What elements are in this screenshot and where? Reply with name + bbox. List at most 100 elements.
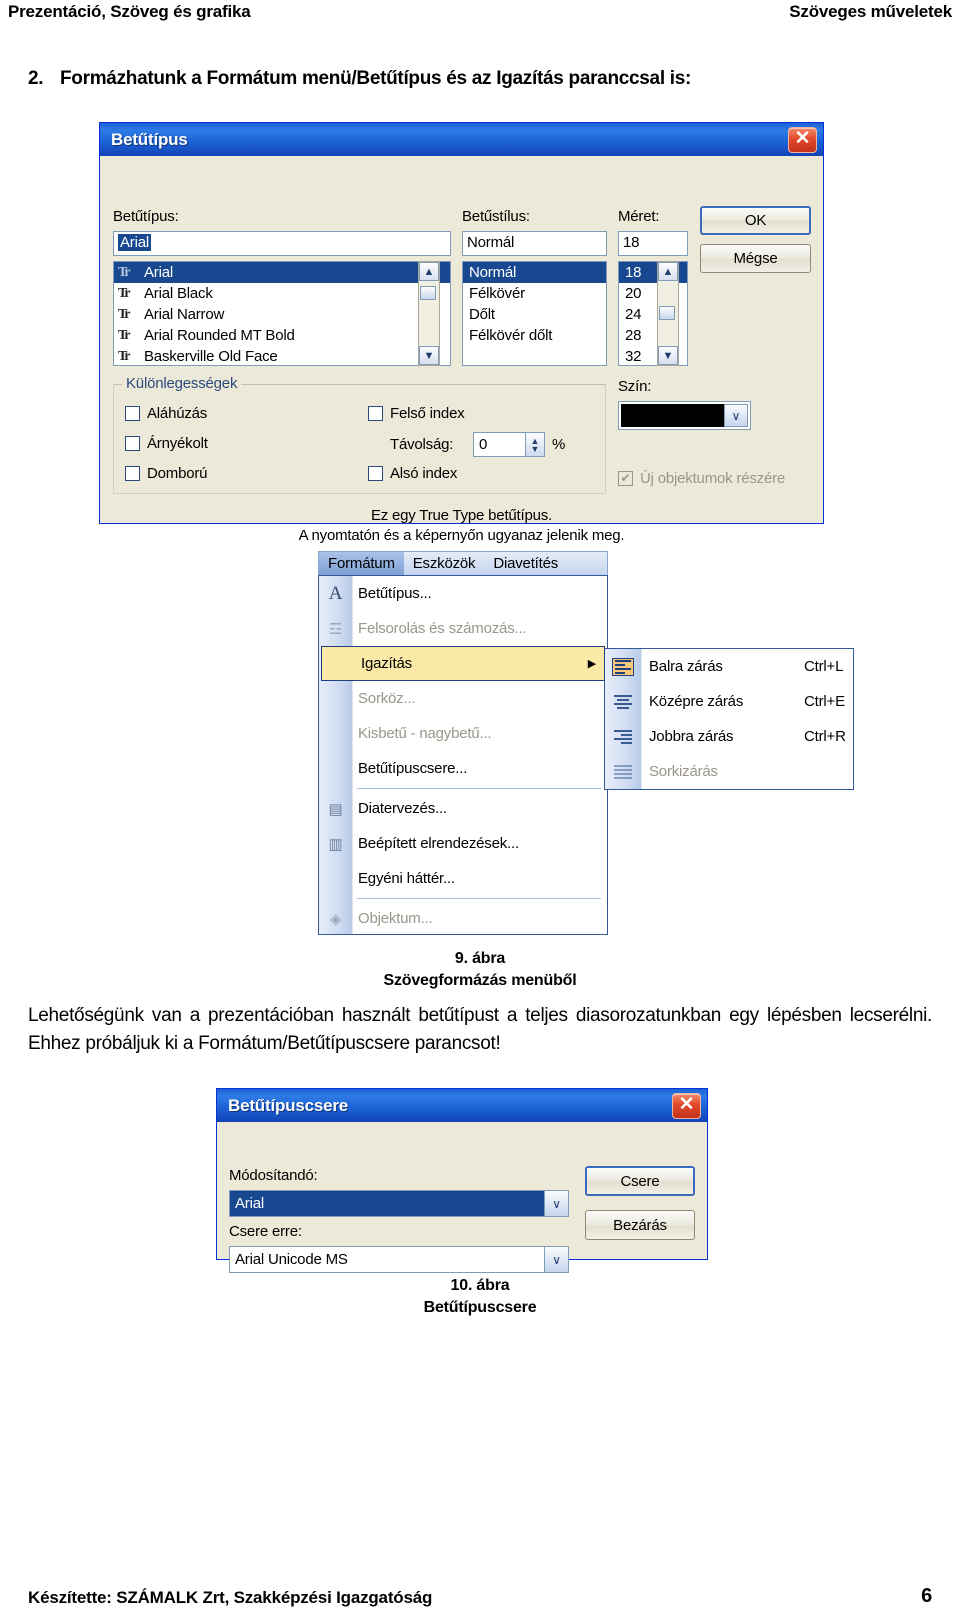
source-font-dropdown[interactable]: Arial ∨ [229, 1190, 569, 1217]
submenu-item-align-left[interactable]: Balra zárás Ctrl+L [605, 649, 853, 684]
underline-checkbox[interactable] [125, 406, 140, 421]
figure10-caption: Betűtípuscsere [423, 1299, 537, 1316]
target-font-dropdown[interactable]: Arial Unicode MS ∨ [229, 1246, 569, 1273]
cancel-button[interactable]: Mégse [700, 244, 811, 273]
target-font-value: Arial Unicode MS [235, 1251, 348, 1268]
target-font-label: Csere erre: [229, 1223, 302, 1240]
list-item[interactable]: Félkövér [463, 283, 606, 304]
truetype-icon: Tr [118, 306, 131, 322]
underline-label: Aláhúzás [147, 405, 208, 422]
list-item[interactable]: Félkövér dőlt [463, 325, 606, 346]
shadow-checkbox[interactable] [125, 436, 140, 451]
list-item-label: 28 [625, 327, 642, 344]
menu-item-slidedesign[interactable]: ▤ Diatervezés... [319, 791, 607, 826]
menu-item-linespacing[interactable]: Sorköz... [319, 681, 607, 716]
close-button[interactable]: Bezárás [585, 1210, 695, 1240]
intro-number: 2. [28, 68, 44, 89]
menu-bar[interactable]: Formátum Eszközök Diavetítés [318, 551, 608, 576]
list-item[interactable]: Normál [463, 262, 606, 283]
new-objects-label: Új objektumok részére [640, 470, 786, 487]
color-dropdown[interactable]: ∨ [618, 401, 751, 430]
emboss-checkbox[interactable] [125, 466, 140, 481]
font-style-list[interactable]: Normál Félkövér Dőlt Félkövér dőlt [462, 261, 607, 366]
menu-item-object[interactable]: ◈ Objektum... [319, 901, 607, 936]
source-font-label: Módosítandó: [229, 1167, 318, 1184]
list-item[interactable]: Tr Arial Rounded MT Bold [114, 325, 450, 346]
font-list-scrollbar[interactable]: ▲ ▼ [418, 261, 440, 366]
scroll-up-icon[interactable]: ▲ [419, 262, 439, 281]
font-dialog-titlebar: Betűtípus ✕ [100, 123, 823, 156]
menu-item-background[interactable]: Egyéni háttér... [319, 861, 607, 896]
scrollbar-thumb[interactable] [659, 306, 675, 320]
submenu-item-shortcut: Ctrl+L [804, 658, 844, 675]
font-style-value: Normál [467, 234, 515, 251]
menu-separator [357, 788, 601, 789]
figure9-number: 9. ábra [454, 950, 506, 967]
replace-dialog-title: Betűtípuscsere [228, 1095, 349, 1115]
list-item[interactable]: Tr Arial [114, 262, 450, 283]
scrollbar-thumb[interactable] [420, 286, 436, 300]
list-item-label: 24 [625, 306, 642, 323]
offset-unit: % [552, 436, 566, 453]
menu-item-replacefonts[interactable]: Betűtípuscsere... [319, 751, 607, 786]
chevron-down-icon[interactable]: ∨ [724, 404, 748, 427]
offset-value: 0 [479, 436, 488, 453]
menu-item-changecase[interactable]: Kisbetű - nagybetű... [319, 716, 607, 751]
new-objects-checkbox[interactable]: ✔ [618, 471, 633, 486]
submenu-item-align-right[interactable]: Jobbra zárás Ctrl+R [605, 719, 853, 754]
font-style-input[interactable]: Normál [462, 231, 607, 256]
menu-eszkozok[interactable]: Eszközök [404, 552, 485, 575]
truetype-icon: Tr [118, 348, 131, 364]
scroll-down-icon[interactable]: ▼ [419, 346, 439, 365]
close-icon[interactable]: ✕ [788, 126, 817, 153]
list-item[interactable]: Dőlt [463, 304, 606, 325]
list-item-label: Normál [469, 264, 517, 281]
replace-dialog-titlebar: Betűtípuscsere ✕ [217, 1089, 707, 1122]
list-item-label: Arial Black [144, 285, 213, 302]
menu-item-label: Felsorolás és számozás... [358, 620, 527, 637]
scroll-down-icon[interactable]: ▼ [658, 346, 678, 365]
menu-item-slidelayout[interactable]: ▥ Beépített elrendezések... [319, 826, 607, 861]
figure10-number: 10. ábra [450, 1277, 510, 1294]
list-item[interactable]: Tr Arial Narrow [114, 304, 450, 325]
slide-design-icon: ▤ [328, 800, 343, 818]
spinner-arrows-icon[interactable]: ▲ ▼ [525, 433, 544, 456]
close-icon[interactable]: ✕ [672, 1092, 701, 1119]
effects-group-caption: Különlegességek [122, 375, 242, 392]
page-number: 6 [921, 1585, 932, 1607]
submenu-item-align-center[interactable]: Középre zárás Ctrl+E [605, 684, 853, 719]
menu-item-font[interactable]: A Betűtípus... [319, 576, 607, 611]
submenu-item-justify[interactable]: Sorkizárás [605, 754, 853, 789]
font-info-line2: A nyomtatón és a képernyőn ugyanaz jelen… [298, 527, 625, 544]
ok-button[interactable]: OK [700, 206, 811, 235]
offset-stepper[interactable]: 0 ▲ ▼ [473, 432, 545, 457]
alignment-submenu[interactable]: Balra zárás Ctrl+L Középre zárás Ctrl+E … [604, 648, 854, 790]
subscript-checkbox[interactable] [368, 466, 383, 481]
menu-formatum[interactable]: Formátum [319, 552, 404, 575]
truetype-icon: Tr [118, 327, 131, 343]
font-name-list[interactable]: Tr Arial Tr Arial Black Tr Arial Narrow … [113, 261, 451, 366]
slide-layout-icon: ▥ [328, 835, 343, 853]
scroll-up-icon[interactable]: ▲ [658, 262, 678, 281]
menu-item-bullets[interactable]: ☲ Felsorolás és számozás... [319, 611, 607, 646]
chevron-down-icon[interactable]: ∨ [544, 1247, 568, 1272]
submenu-item-label: Középre zárás [649, 693, 744, 710]
font-size-scrollbar[interactable]: ▲ ▼ [657, 261, 679, 366]
replace-button[interactable]: Csere [585, 1166, 695, 1196]
object-icon: ◈ [329, 910, 342, 928]
format-menu[interactable]: A Betűtípus... ☲ Felsorolás és számozás.… [318, 575, 608, 935]
list-item[interactable]: Tr Arial Black [114, 283, 450, 304]
font-size-input[interactable]: 18 [618, 231, 688, 256]
list-item-label: Dőlt [469, 306, 495, 323]
truetype-icon: Tr [118, 264, 131, 280]
figure9-caption: Szövegformázás menüből [383, 972, 577, 989]
running-head: Prezentáció, Szöveg és grafika Szöveges … [0, 0, 960, 34]
menu-item-alignment[interactable]: Igazítás ▶ [321, 646, 605, 681]
list-item[interactable]: Tr Baskerville Old Face [114, 346, 450, 365]
menu-diavetites[interactable]: Diavetítés [484, 552, 567, 575]
submenu-item-label: Jobbra zárás [649, 728, 734, 745]
font-name-input[interactable]: Arial [113, 231, 451, 256]
chevron-down-icon[interactable]: ∨ [544, 1191, 568, 1216]
menu-separator [357, 898, 601, 899]
superscript-checkbox[interactable] [368, 406, 383, 421]
